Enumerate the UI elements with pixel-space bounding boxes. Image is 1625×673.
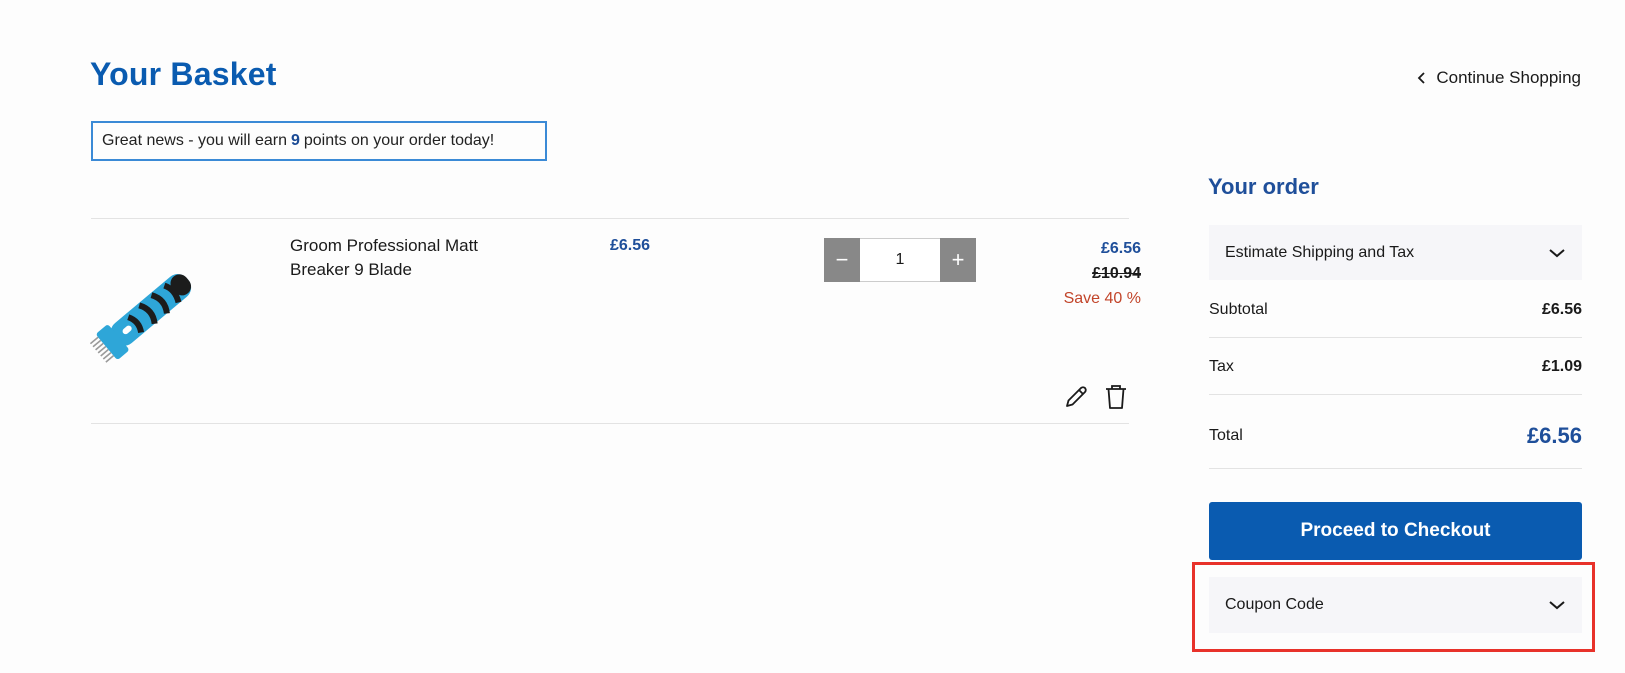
chevron-down-icon	[1549, 248, 1565, 257]
decrement-button[interactable]: −	[824, 238, 860, 282]
trash-icon[interactable]	[1104, 383, 1128, 411]
line-price: £6.56 £10.94 Save 40 %	[1064, 237, 1141, 311]
subtotal-value: £6.56	[1541, 301, 1582, 318]
product-image[interactable]	[90, 250, 210, 375]
price-now: £6.56	[1100, 240, 1141, 257]
summary-divider	[1209, 337, 1582, 338]
unit-price: £6.56	[610, 237, 651, 254]
points-prefix: Great news - you will earn	[102, 132, 287, 149]
total-row: Total £6.56	[1209, 421, 1582, 451]
price-was: £10.94	[1092, 265, 1141, 282]
quantity-input[interactable]	[860, 238, 940, 282]
proceed-to-checkout-button[interactable]: Proceed to Checkout	[1209, 502, 1582, 560]
quantity-stepper: − +	[824, 238, 976, 282]
tax-label: Tax	[1209, 358, 1234, 375]
page-title: Your Basket	[90, 56, 277, 92]
continue-shopping-label: Continue Shopping	[1436, 68, 1581, 87]
subtotal-row: Subtotal £6.56	[1209, 298, 1582, 322]
cart-divider-top	[91, 218, 1129, 219]
order-summary-title: Your order	[1208, 174, 1319, 199]
coupon-code-label: Coupon Code	[1225, 596, 1324, 613]
points-banner: Great news - you will earn 9 points on y…	[91, 121, 547, 161]
estimate-shipping-label: Estimate Shipping and Tax	[1225, 243, 1415, 261]
points-value: 9	[290, 132, 300, 149]
summary-divider	[1209, 468, 1582, 469]
tax-value: £1.09	[1541, 358, 1582, 375]
total-label: Total	[1209, 427, 1243, 444]
chevron-down-icon	[1549, 601, 1565, 610]
total-value: £6.56	[1526, 423, 1582, 448]
estimate-shipping-accordion[interactable]: Estimate Shipping and Tax	[1209, 225, 1582, 280]
points-suffix: points on your order today!	[303, 132, 495, 149]
increment-button[interactable]: +	[940, 238, 976, 282]
chevron-left-icon	[1418, 72, 1426, 84]
save-badge: Save 40 %	[1063, 290, 1141, 307]
pencil-icon[interactable]	[1063, 384, 1089, 410]
summary-divider	[1209, 394, 1582, 395]
cart-divider-bottom	[91, 423, 1129, 424]
product-name[interactable]: Groom Professional Matt Breaker 9 Blade	[290, 234, 520, 282]
tax-row: Tax £1.09	[1209, 355, 1582, 379]
continue-shopping-link[interactable]: Continue Shopping	[1416, 68, 1581, 88]
subtotal-label: Subtotal	[1209, 301, 1268, 318]
coupon-code-accordion[interactable]: Coupon Code	[1209, 577, 1582, 633]
